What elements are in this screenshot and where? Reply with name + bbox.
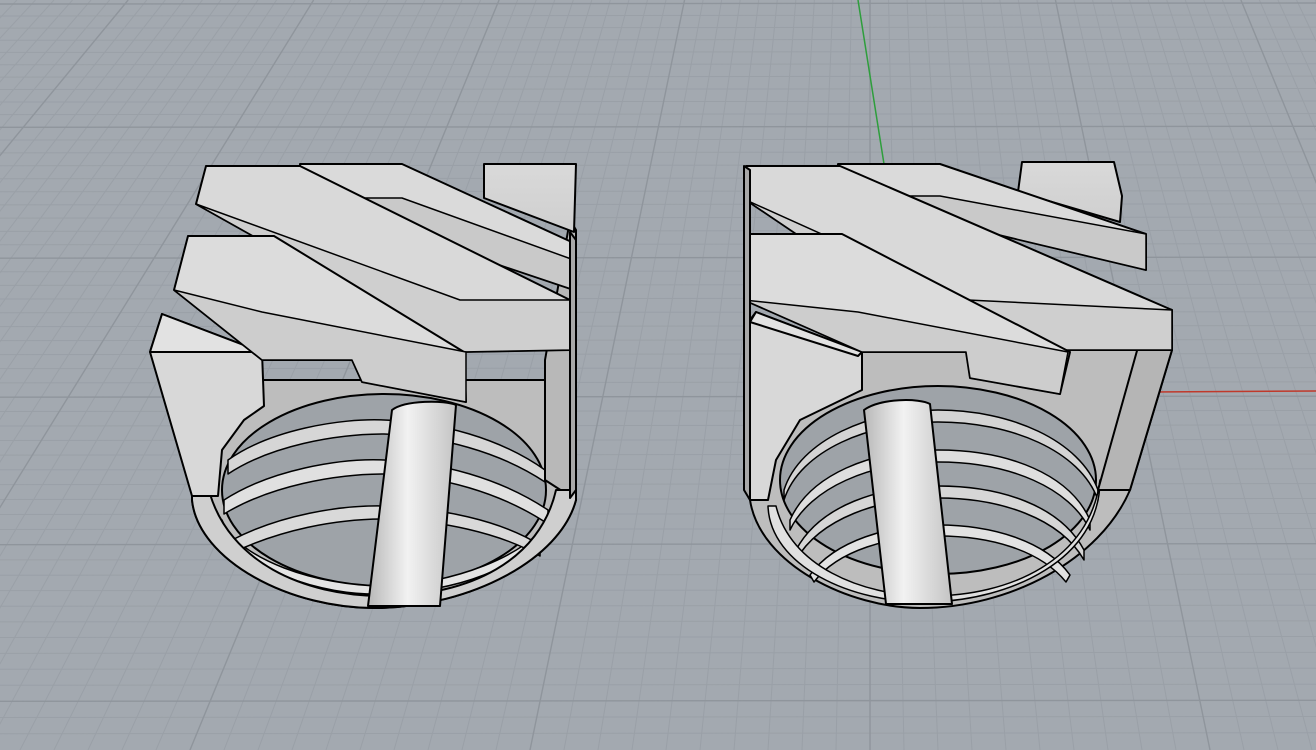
grid-line: [1221, 0, 1316, 241]
grid-line: [0, 2, 1316, 5]
grid-line: [1166, 0, 1316, 455]
grid-line: [0, 38, 1316, 41]
grid-line: [0, 125, 1316, 128]
perspective-viewport[interactable]: [0, 0, 1316, 750]
grid-line: [0, 542, 1316, 546]
grid-line: [0, 14, 1316, 17]
grid-line: [0, 100, 1316, 103]
grid-line: [0, 620, 1316, 623]
viewport-canvas[interactable]: [0, 0, 1316, 750]
grid-line: [1203, 0, 1316, 304]
grid-line: [0, 63, 1316, 66]
grid-line: [0, 138, 1316, 141]
grid-line: [0, 589, 1316, 592]
grid-line: [0, 113, 1316, 116]
grid-line: [0, 573, 1316, 576]
x-axis-line: [1149, 390, 1316, 393]
grid-line: [0, 50, 1316, 53]
grid-line: [0, 558, 1316, 561]
grid-line: [0, 151, 1316, 154]
grid-line: [1240, 0, 1316, 185]
grid-line: [0, 715, 1316, 718]
right-fin-stack-edge: [743, 165, 751, 501]
grid-line: [0, 683, 1316, 686]
grid-line: [0, 699, 1316, 702]
left-fin-stack-edge: [569, 231, 577, 499]
grid-line: [0, 528, 1316, 531]
grid-line: [0, 667, 1316, 670]
grid-line: [0, 75, 1316, 78]
grid-line: [0, 164, 1316, 167]
grid-line: [0, 636, 1316, 639]
grid-line: [0, 651, 1316, 654]
cable-clip-left[interactable]: [149, 163, 577, 610]
grid-line: [1277, 0, 1316, 86]
